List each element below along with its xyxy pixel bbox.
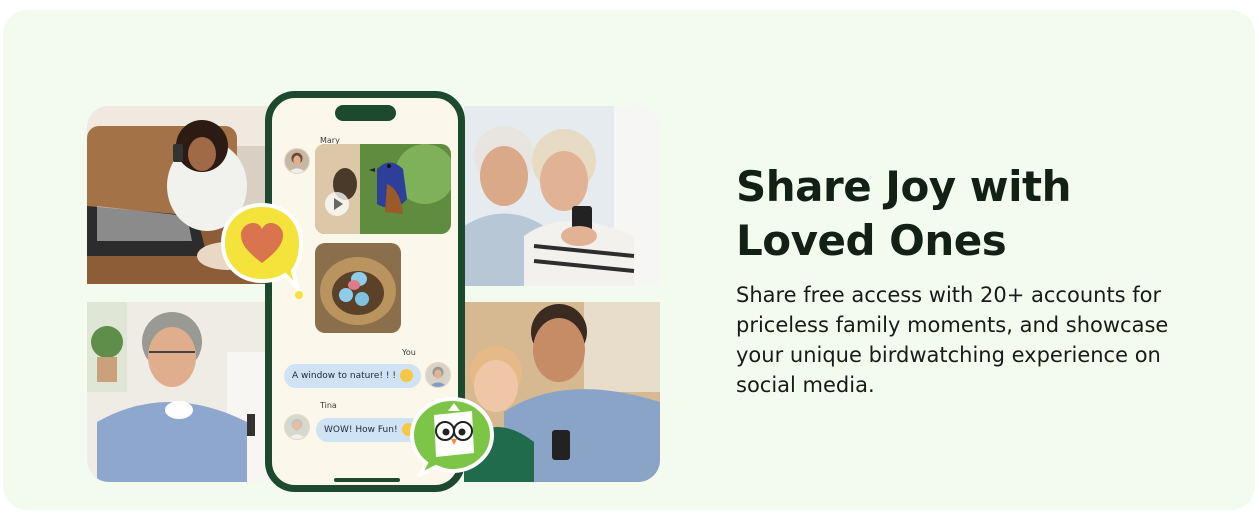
message-bubble: WOW! How Fun! xyxy=(316,418,423,442)
laughing-emoji-icon xyxy=(399,369,413,382)
home-indicator xyxy=(334,478,400,482)
message-bubble: A window to nature! ! ! xyxy=(284,364,421,388)
play-icon[interactable] xyxy=(325,192,349,216)
avatar xyxy=(425,362,451,388)
sender-name: You xyxy=(402,348,416,357)
section-title: Share Joy with Loved Ones xyxy=(736,162,1071,265)
section-description: Share free access with 20+ accounts for … xyxy=(736,283,1169,397)
avatar xyxy=(284,148,310,174)
bird-mascot-icon xyxy=(408,395,496,480)
message-text: A window to nature! ! ! xyxy=(292,371,396,381)
photo-grandpa-with-phone xyxy=(87,302,292,482)
photo-grandparents-laughing xyxy=(464,106,660,286)
message-text: WOW! How Fun! xyxy=(324,425,398,435)
avatar xyxy=(284,414,310,440)
sender-name: Tina xyxy=(320,401,337,410)
bird-video-thumbnail[interactable] xyxy=(315,144,451,234)
nest-eggs-image[interactable] xyxy=(315,243,401,333)
heart-icon xyxy=(219,201,305,301)
phone-notch xyxy=(335,105,396,121)
